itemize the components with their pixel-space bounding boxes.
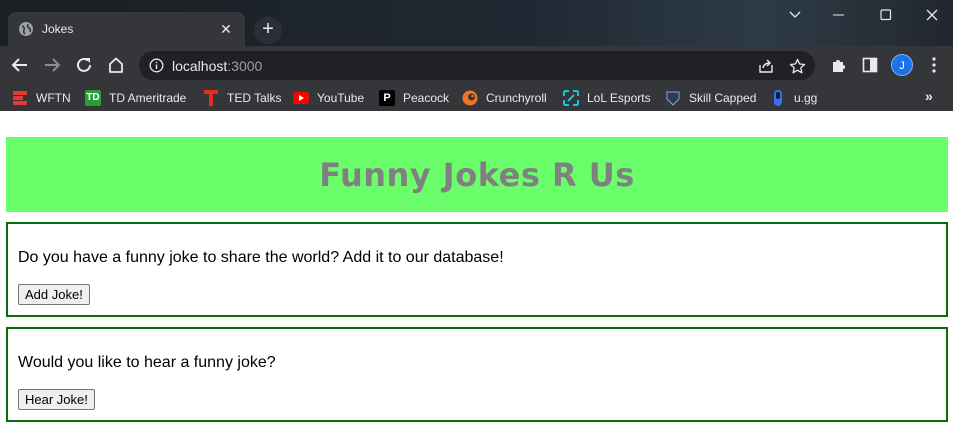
share-icon[interactable] bbox=[757, 57, 775, 75]
globe-icon bbox=[18, 21, 34, 37]
tab-title: Jokes bbox=[42, 22, 74, 36]
bookmark-td-ameritrade[interactable]: TD TD Ameritrade bbox=[85, 88, 186, 107]
td-ameritrade-icon: TD bbox=[85, 89, 101, 106]
url-port: :3000 bbox=[227, 58, 263, 74]
bookmark-label: Skill Capped bbox=[689, 90, 757, 105]
maximize-icon[interactable] bbox=[863, 0, 909, 30]
menu-kebab-icon[interactable] bbox=[920, 51, 948, 79]
hear-joke-button[interactable]: Hear Joke! bbox=[18, 389, 95, 410]
info-icon[interactable] bbox=[149, 58, 164, 78]
hear-joke-prompt: Would you like to hear a funny joke? bbox=[18, 354, 276, 371]
home-icon[interactable] bbox=[102, 51, 130, 79]
minimize-icon[interactable] bbox=[816, 0, 862, 30]
new-tab-button[interactable]: + bbox=[254, 16, 282, 44]
bookmark-peacock[interactable]: P Peacock bbox=[379, 88, 449, 107]
bookmark-lol-esports[interactable]: LoL Esports bbox=[563, 88, 651, 107]
bookmark-skill-capped[interactable]: Skill Capped bbox=[665, 88, 756, 107]
url-text: localhost:3000 bbox=[172, 58, 262, 74]
add-joke-section: Do you have a funny joke to share the wo… bbox=[6, 222, 948, 317]
ted-icon bbox=[203, 89, 219, 106]
bookmark-star-icon[interactable] bbox=[788, 57, 806, 75]
page-content: Funny Jokes R Us Do you have a funny jok… bbox=[0, 111, 953, 432]
profile-initial: J bbox=[891, 54, 913, 76]
bookmark-label: LoL Esports bbox=[587, 90, 651, 105]
browser-toolbar: localhost:3000 J bbox=[0, 46, 953, 84]
site-header: Funny Jokes R Us bbox=[6, 137, 948, 212]
bookmark-ugg[interactable]: u.gg bbox=[770, 88, 817, 107]
hear-joke-section: Would you like to hear a funny joke? Hea… bbox=[6, 327, 948, 422]
back-icon[interactable] bbox=[6, 51, 34, 79]
reload-icon[interactable] bbox=[70, 51, 98, 79]
add-joke-prompt: Do you have a funny joke to share the wo… bbox=[18, 249, 504, 266]
bookmark-ted-talks[interactable]: TED Talks bbox=[203, 88, 281, 107]
bookmark-wftn[interactable]: WFTN bbox=[12, 88, 71, 107]
wftn-icon bbox=[12, 90, 28, 106]
more-bookmarks-icon[interactable]: » bbox=[925, 88, 933, 104]
peacock-icon: P bbox=[379, 89, 395, 106]
profile-avatar[interactable]: J bbox=[888, 51, 916, 79]
add-joke-button[interactable]: Add Joke! bbox=[18, 284, 90, 305]
address-bar[interactable]: localhost:3000 bbox=[139, 51, 815, 80]
page-title: Funny Jokes R Us bbox=[319, 155, 635, 194]
browser-titlebar: Jokes ✕ + bbox=[0, 0, 953, 46]
youtube-icon bbox=[293, 90, 309, 106]
skill-capped-icon bbox=[665, 90, 681, 106]
crunchyroll-icon bbox=[462, 90, 478, 106]
bookmark-label: TED Talks bbox=[227, 90, 282, 105]
tab-search-icon[interactable] bbox=[772, 0, 818, 30]
bookmark-label: u.gg bbox=[794, 90, 818, 105]
lol-esports-icon bbox=[563, 89, 579, 106]
bookmark-label: TD Ameritrade bbox=[109, 90, 187, 105]
bookmark-youtube[interactable]: YouTube bbox=[293, 88, 364, 107]
bookmark-label: YouTube bbox=[317, 90, 365, 105]
forward-icon[interactable] bbox=[38, 51, 66, 79]
bookmark-label: WFTN bbox=[36, 90, 71, 105]
side-panel-icon[interactable] bbox=[856, 51, 884, 79]
bookmark-label: Peacock bbox=[403, 90, 450, 105]
ugg-icon bbox=[770, 89, 786, 106]
browser-tab[interactable]: Jokes ✕ bbox=[8, 12, 245, 46]
close-tab-icon[interactable]: ✕ bbox=[217, 21, 235, 38]
bookmarks-bar: WFTN TD TD Ameritrade TED Talks YouTube … bbox=[0, 84, 953, 111]
close-window-icon[interactable] bbox=[909, 0, 953, 30]
bookmark-crunchyroll[interactable]: Crunchyroll bbox=[462, 88, 547, 107]
extensions-icon[interactable] bbox=[824, 51, 852, 79]
url-host: localhost bbox=[172, 58, 228, 74]
bookmark-label: Crunchyroll bbox=[486, 90, 547, 105]
